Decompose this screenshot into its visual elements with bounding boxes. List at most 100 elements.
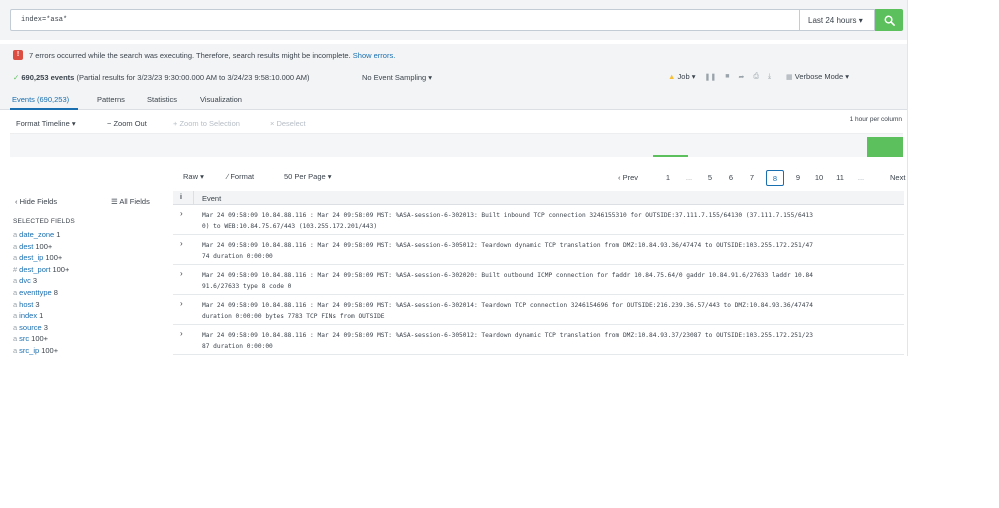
field-item[interactable]: a dest_ip 100+ (13, 252, 69, 264)
job-controls: ▲ Job ▾ ❚❚ ■ ➦ ⎙ ⤓ ▦ Verbose Mode ▾ (668, 72, 849, 81)
field-count: 100+ (35, 241, 53, 251)
event-line: Mar 24 09:58:09 10.84.88.116 : Mar 24 09… (202, 242, 813, 249)
warning-icon: ▲ (668, 72, 676, 81)
deselect-button[interactable]: × Deselect (270, 119, 306, 128)
field-name: date_zone (19, 230, 55, 239)
page-button[interactable]: 7 (745, 170, 759, 186)
zoom-out-button[interactable]: − Zoom Out (107, 119, 147, 128)
tab-statistics[interactable]: Statistics (147, 95, 177, 104)
page-button[interactable]: 9 (791, 170, 805, 186)
field-type-icon: a (13, 322, 18, 332)
selected-fields-list: a date_zone 1 a dest 100+ a dest_ip 100+ # dest… (13, 229, 69, 356)
table-row: › Mar 24 09:58:09 10.84.88.116 : Mar 24 … (173, 206, 904, 235)
info-column-header: i (180, 194, 182, 201)
page-button-current[interactable]: 8 (766, 170, 784, 186)
expand-row-icon[interactable]: › (180, 329, 183, 338)
partial-results-note: (Partial results for 3/23/23 9:30:00.000… (76, 73, 310, 82)
field-item[interactable]: a dest 100+ (13, 241, 69, 253)
search-mode-dropdown[interactable]: ▦ Verbose Mode ▾ (786, 72, 849, 81)
field-type-icon: a (13, 276, 18, 286)
search-status-bar: ✓ 690,253 events (Partial results for 3/… (0, 66, 907, 88)
time-range-picker[interactable]: Last 24 hours ▾ (800, 9, 875, 31)
event-sampling-dropdown[interactable]: No Event Sampling ▾ (362, 73, 432, 82)
page-button[interactable]: 10 (812, 170, 826, 186)
share-icon[interactable]: ➦ (738, 73, 744, 81)
zoom-to-selection-button[interactable]: + Zoom to Selection (173, 119, 240, 128)
page-button[interactable]: 5 (703, 170, 717, 186)
column-divider (193, 191, 194, 205)
field-name: dest_port (19, 264, 51, 274)
field-count: 3 (32, 276, 38, 286)
field-type-icon: a (13, 334, 18, 344)
field-item[interactable]: a dvc 3 (13, 275, 69, 287)
expand-row-icon[interactable]: › (180, 269, 183, 278)
event-line: Mar 24 09:58:09 10.84.88.116 : Mar 24 09… (202, 212, 813, 219)
field-name: src_ip (19, 345, 40, 355)
raw-view-dropdown[interactable]: Raw ▾ (183, 172, 204, 181)
error-message: 7 errors occurred while the search was e… (29, 51, 395, 60)
event-line: Mar 24 09:58:09 10.84.88.116 : Mar 24 09… (202, 272, 813, 279)
field-item[interactable]: a host 3 (13, 299, 69, 311)
print-icon[interactable]: ⎙ (753, 73, 759, 81)
download-icon[interactable]: ⤓ (768, 73, 771, 81)
field-count: 100+ (31, 334, 49, 344)
event-line: 87 duration 0:00:00 (202, 343, 273, 350)
field-type-icon: a (13, 230, 18, 239)
job-menu[interactable]: ▲ Job ▾ (668, 72, 695, 81)
selected-fields-heading: SELECTED FIELDS (13, 218, 75, 225)
field-count: 3 (35, 299, 40, 309)
field-item[interactable]: a src_ip 100+ (13, 345, 69, 356)
event-text: Mar 24 09:58:09 10.84.88.116 : Mar 24 09… (202, 300, 904, 322)
show-errors-link[interactable]: Show errors. (353, 51, 396, 60)
format-button[interactable]: ∕ Format (227, 172, 254, 181)
field-item[interactable]: a src 100+ (13, 333, 69, 345)
pagination: ‹ Prev 1 ... 5 6 7 8 9 10 11 ... Next › (615, 170, 907, 186)
field-item[interactable]: a eventtype 8 (13, 287, 69, 299)
event-line: Mar 24 09:58:09 10.84.88.116 : Mar 24 09… (202, 332, 813, 339)
page-button[interactable]: 11 (833, 170, 847, 186)
field-name: dvc (19, 276, 31, 286)
field-item[interactable]: a source 3 (13, 322, 69, 334)
events-table: i Event › Mar 24 09:58:09 10.84.88.116 :… (173, 191, 904, 356)
field-count: 3 (43, 322, 48, 332)
expand-row-icon[interactable]: › (180, 209, 183, 218)
expand-row-icon[interactable]: › (180, 239, 183, 248)
expand-row-icon[interactable]: › (180, 299, 183, 308)
tab-patterns[interactable]: Patterns (97, 95, 125, 104)
fields-sidebar: ‹ Hide Fields ☰ All Fields SELECTED FIEL… (0, 193, 170, 356)
field-count: 100+ (45, 253, 63, 263)
splunk-search-app: index=*asa* Last 24 hours ▾ ! 7 errors o… (0, 0, 908, 356)
pause-icon[interactable]: ❚❚ (704, 73, 716, 81)
hide-fields-button[interactable]: ‹ Hide Fields (15, 197, 57, 206)
timeline-bar[interactable] (867, 137, 903, 157)
event-column-header: Event (202, 194, 222, 203)
field-item[interactable]: a date_zone 1 (13, 229, 69, 241)
check-icon: ✓ (13, 73, 20, 82)
timeline-chart[interactable] (10, 133, 903, 157)
tab-events[interactable]: Events (690,253) (12, 95, 69, 104)
field-item[interactable]: # dest_port 100+ (13, 264, 69, 276)
page-button[interactable]: 1 (661, 170, 675, 186)
next-page-button[interactable]: Next › (887, 170, 907, 186)
search-input[interactable]: index=*asa* (10, 9, 800, 31)
error-message-text: 7 errors occurred while the search was e… (29, 51, 351, 60)
field-item[interactable]: a index 1 (13, 310, 69, 322)
event-line: 74 duration 0:00:00 (202, 253, 273, 260)
prev-page-button[interactable]: ‹ Prev (615, 170, 641, 186)
tab-visualization[interactable]: Visualization (200, 95, 242, 104)
per-page-dropdown[interactable]: 50 Per Page ▾ (284, 172, 332, 181)
field-name: src (19, 334, 30, 344)
field-count: 100+ (52, 264, 70, 274)
field-type-icon: a (13, 287, 18, 297)
all-fields-button[interactable]: ☰ All Fields (111, 197, 150, 206)
event-text: Mar 24 09:58:09 10.84.88.116 : Mar 24 09… (202, 330, 904, 352)
timeline-scale-label: 1 hour per column (849, 116, 902, 123)
stop-icon[interactable]: ■ (725, 73, 729, 80)
event-count-summary: ✓ 690,253 events (Partial results for 3/… (13, 73, 310, 82)
search-button[interactable] (875, 9, 903, 31)
timeline-bar[interactable] (653, 155, 688, 157)
page-button[interactable]: 6 (724, 170, 738, 186)
format-timeline-dropdown[interactable]: Format Timeline ▾ (16, 119, 76, 128)
table-row: › Mar 24 09:58:09 10.84.88.116 : Mar 24 … (173, 236, 904, 265)
table-row: › Mar 24 09:58:09 10.84.88.116 : Mar 24 … (173, 266, 904, 295)
